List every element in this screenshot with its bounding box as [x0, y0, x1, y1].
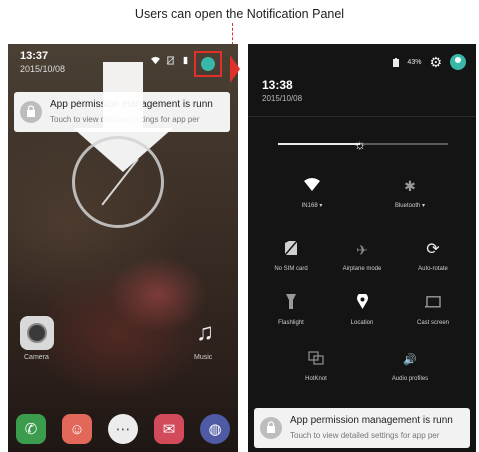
phone-home-screen: 13:37 2015/10/08 App permission manageme…: [8, 44, 238, 452]
wifi-icon: [274, 176, 350, 196]
contacts-icon[interactable]: ☺: [62, 414, 92, 444]
no-sim-icon: [253, 240, 329, 260]
caption-pointer-line: [232, 23, 233, 45]
panel-time: 13:38: [262, 78, 293, 92]
brightness-slider-fill: [278, 143, 360, 145]
lock-icon: [260, 417, 282, 439]
tile-label: Auto-rotate: [418, 266, 448, 272]
clock-widget[interactable]: [72, 136, 164, 228]
flashlight-icon: [253, 294, 329, 314]
music-app-icon[interactable]: ♫: [188, 316, 222, 350]
tile-label: HotKnot: [305, 376, 327, 382]
user-avatar-highlight[interactable]: [194, 51, 222, 77]
gear-icon[interactable]: ⚙: [429, 55, 442, 69]
tile-airplane[interactable]: ✈ Airplane mode: [324, 240, 400, 272]
tile-label: Location: [350, 320, 374, 326]
dock: ✆ ☺ ⋯ ✉ ◍: [8, 406, 238, 452]
phone-notification-panel: 43% ⚙ 13:38 2015/10/08 ☼ IN168 ▾ ✱ Bluet…: [248, 44, 476, 452]
hotknot-icon: [278, 350, 354, 370]
tile-label: IN168 ▾: [301, 203, 323, 209]
tile-label: Cast screen: [416, 320, 449, 326]
tile-flashlight[interactable]: Flashlight: [253, 294, 329, 326]
cast-icon: [395, 294, 471, 314]
camera-app-label: Camera: [24, 354, 49, 361]
divider: [248, 116, 476, 117]
notification-title: App permission management is runn: [290, 415, 453, 426]
bluetooth-icon: ✱: [404, 178, 416, 194]
tile-label: Airplane mode: [342, 266, 382, 272]
tile-label: Flashlight: [278, 320, 304, 326]
tile-label: Bluetooth ▾: [394, 203, 426, 209]
brightness-slider-thumb[interactable]: ☼: [352, 136, 368, 152]
browser-icon[interactable]: ◍: [200, 414, 230, 444]
tile-auto-rotate[interactable]: ⟳ Auto-rotate: [395, 240, 471, 272]
tile-location[interactable]: Location: [324, 292, 400, 326]
battery-percentage: 43%: [407, 58, 422, 66]
tile-label: Audio profiles: [391, 376, 429, 382]
battery-icon: [183, 56, 188, 65]
user-avatar-icon: [201, 57, 215, 71]
notification-subtitle: Touch to view detailed settings for app …: [290, 431, 440, 440]
tile-hotknot[interactable]: HotKnot: [278, 350, 354, 382]
caption: Users can open the Notification Panel: [134, 7, 345, 21]
tile-bluetooth[interactable]: ✱ Bluetooth ▾: [372, 176, 448, 209]
user-avatar-icon[interactable]: [450, 54, 466, 70]
music-app-label: Music: [194, 354, 213, 361]
tile-wifi[interactable]: IN168 ▾: [274, 176, 350, 209]
audio-profile-icon: 🔊: [403, 354, 417, 366]
phone-icon[interactable]: ✆: [16, 414, 46, 444]
notification-card[interactable]: App permission management is runn Touch …: [254, 408, 470, 448]
panel-status-bar: 43% ⚙: [393, 54, 466, 70]
battery-icon: [393, 57, 400, 67]
airplane-icon: ✈: [356, 242, 368, 258]
tile-label: No SIM card: [274, 266, 308, 272]
tile-no-sim[interactable]: No SIM card: [253, 240, 329, 272]
location-icon: [324, 292, 400, 314]
clock-hand: [101, 158, 139, 206]
status-date: 2015/10/08: [20, 64, 66, 74]
camera-app-icon[interactable]: [20, 316, 54, 350]
messages-icon[interactable]: ✉: [154, 414, 184, 444]
panel-date: 2015/10/08: [262, 94, 303, 103]
auto-rotate-icon: ⟳: [426, 241, 440, 258]
tile-cast-screen[interactable]: Cast screen: [395, 294, 471, 326]
lock-icon: [20, 101, 42, 123]
tile-audio-profiles[interactable]: 🔊 Audio profiles: [372, 350, 448, 382]
apps-icon[interactable]: ⋯: [108, 414, 138, 444]
status-time: 13:37: [20, 50, 49, 62]
